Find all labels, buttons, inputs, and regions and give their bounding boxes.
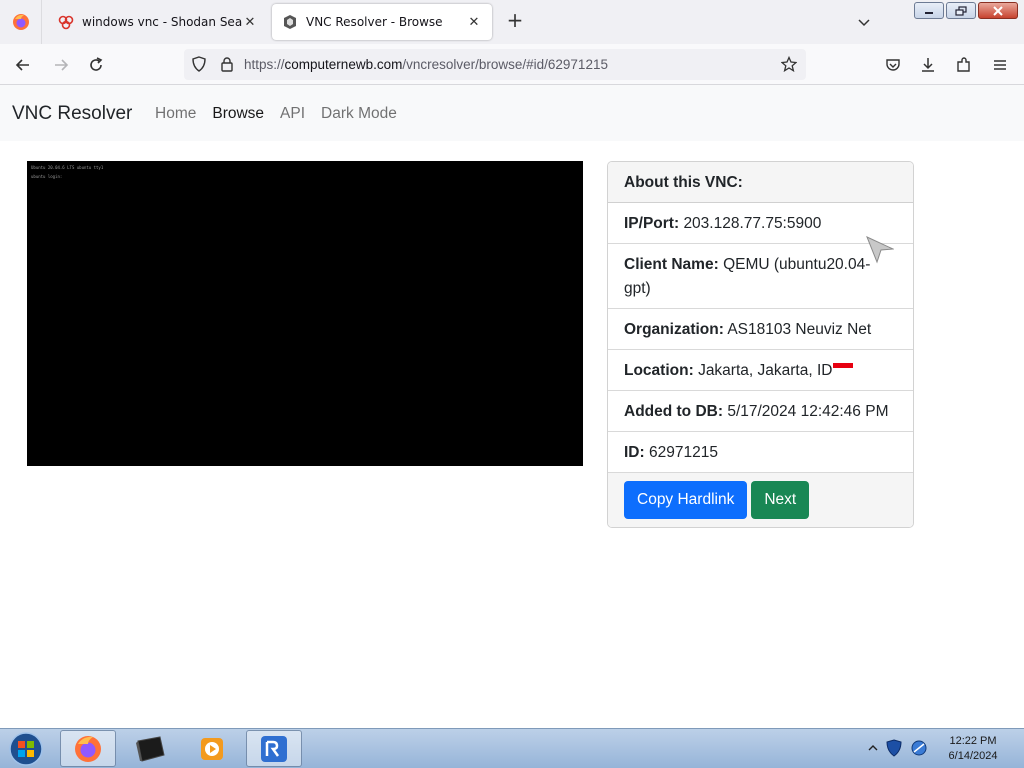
nav-link-dark-mode[interactable]: Dark Mode [321,105,397,123]
taskbar-clock[interactable]: 12:22 PM 6/14/2024 [936,734,1010,764]
vnc-resolver-app-icon [261,735,287,762]
close-icon [993,5,1003,16]
close-window-button[interactable] [978,2,1018,19]
pocket-button[interactable] [882,54,904,76]
app-menu-button[interactable] [989,54,1011,76]
tab-shodan-search[interactable]: windows vnc - Shodan Search ✕ [48,4,268,40]
clock-time: 12:22 PM [949,735,997,747]
browser-toolbar: https://computernewb.com/vncresolver/bro… [0,44,1024,85]
arrow-left-icon [15,59,29,71]
arrow-right-icon [55,59,69,71]
added-to-db-value: 5/17/2024 12:42:46 PM [727,403,889,420]
url-path: /vncresolver/browse/#id/62971215 [402,57,608,72]
next-button[interactable]: Next [751,481,810,519]
pocket-icon [886,59,900,71]
shodan-icon [58,15,74,30]
copy-hardlink-button[interactable]: Copy Hardlink [624,481,748,519]
network-icon[interactable] [910,739,928,757]
firefox-icon [12,14,29,30]
client-name-label: Client Name: [624,256,719,273]
bookmark-star-icon[interactable] [781,56,797,72]
extensions-button[interactable] [953,54,975,76]
clock-date: 6/14/2024 [948,750,998,762]
new-tab-button[interactable]: + [504,10,526,32]
site-navbar: VNC Resolver Home Browse API Dark Mode [0,85,1024,141]
forward-button[interactable] [50,54,72,76]
close-tab-icon[interactable]: ✕ [242,15,258,30]
security-shield-icon[interactable] [886,739,902,757]
back-button[interactable] [12,54,34,76]
organization-value: AS18103 Neuviz Net [727,321,872,338]
url-bar[interactable]: https://computernewb.com/vncresolver/bro… [184,49,806,80]
added-to-db-label: Added to DB: [624,403,724,420]
download-icon [922,58,934,72]
media-player-icon [201,737,223,760]
organization-row: Organization: AS18103 Neuviz Net [608,309,913,350]
windows-taskbar: 12:22 PM 6/14/2024 [0,728,1024,768]
firefox-icon [75,735,101,762]
url-text[interactable]: https://computernewb.com/vncresolver/bro… [244,57,608,72]
minimize-button[interactable] [914,2,944,19]
id-value: 62971215 [648,444,718,461]
lock-icon[interactable] [219,56,235,72]
nav-link-home[interactable]: Home [155,105,196,123]
vnc-info-card: About this VNC: IP/Port: 203.128.77.75:5… [607,161,914,528]
firefox-view-button[interactable] [0,0,42,44]
windows-start-icon [9,732,43,766]
url-host: computernewb.com [284,57,403,72]
restore-button[interactable] [946,2,976,19]
card-header: About this VNC: [608,162,913,203]
tab-label: VNC Resolver - Browse [306,15,443,29]
id-label: ID: [624,444,645,461]
hamburger-menu-icon [994,60,1006,70]
reload-icon [90,57,103,71]
taskbar-firefox[interactable] [60,730,116,767]
minimize-icon [925,11,933,14]
tab-label: windows vnc - Shodan Search [82,15,242,29]
reload-button[interactable] [85,54,107,76]
list-all-tabs-icon[interactable] [854,12,874,32]
added-to-db-row: Added to DB: 5/17/2024 12:42:46 PM [608,391,913,432]
indonesia-flag-icon [833,363,854,373]
nav-link-api[interactable]: API [280,105,305,123]
downloads-button[interactable] [917,54,939,76]
taskbar-terminal[interactable] [122,730,178,767]
ip-port-label: IP/Port: [624,215,680,232]
vnc-resolver-icon [284,15,296,29]
location-label: Location: [624,362,694,379]
browser-tab-strip: windows vnc - Shodan Search ✕ VNC Resolv… [0,0,1024,44]
vnc-console-line: ubuntu login: [31,174,63,179]
mouse-cursor-icon [866,236,894,264]
url-scheme: https:// [244,57,285,72]
restore-icon [955,5,967,16]
show-hidden-icons-icon[interactable] [868,743,878,753]
tracking-protection-shield-icon[interactable] [191,56,207,72]
close-tab-icon[interactable]: ✕ [466,15,482,30]
location-row: Location: Jakarta, Jakarta, ID [608,350,913,391]
card-footer: Copy Hardlink Next [608,473,913,527]
taskbar-media-player[interactable] [184,730,240,767]
site-brand[interactable]: VNC Resolver [12,103,132,125]
terminal-icon [136,735,165,762]
system-tray [868,739,928,757]
start-button[interactable] [4,730,48,768]
vnc-screenshot: Ubuntu 20.04.6 LTS ubuntu tty1 ubuntu lo… [27,161,583,466]
id-row: ID: 62971215 [608,432,913,473]
puzzle-piece-icon [957,57,970,72]
organization-label: Organization: [624,321,724,338]
site-nav-links: Home Browse API Dark Mode [155,105,397,123]
taskbar-vnc-resolver[interactable] [246,730,302,767]
ip-port-value: 203.128.77.75:5900 [683,215,822,232]
tab-vnc-resolver[interactable]: VNC Resolver - Browse ✕ [272,4,492,40]
nav-link-browse[interactable]: Browse [212,105,264,123]
window-controls [914,2,1018,19]
location-value: Jakarta, Jakarta, ID [698,362,833,379]
vnc-console-line: Ubuntu 20.04.6 LTS ubuntu tty1 [31,165,104,170]
